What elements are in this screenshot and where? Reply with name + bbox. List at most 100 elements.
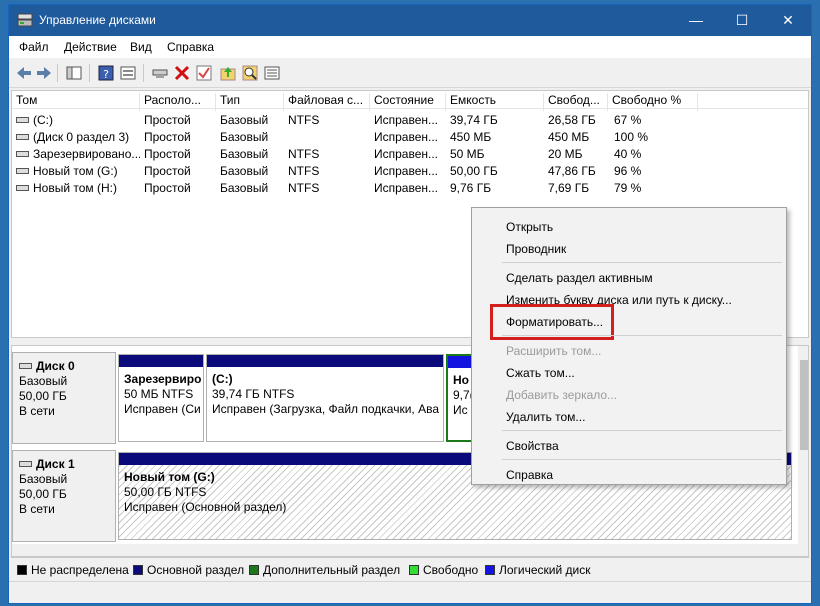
column-header-volume[interactable]: Том xyxy=(12,93,140,111)
volume-icon xyxy=(16,133,29,140)
table-row[interactable]: Зарезервировано... Простой Базовый NTFS … xyxy=(12,146,808,163)
legend-swatch xyxy=(133,565,143,575)
partition-type-bar xyxy=(119,355,203,367)
cell-status: Исправен... xyxy=(374,164,439,178)
volume-icon xyxy=(16,150,29,157)
cell-free-space: 26,58 ГБ xyxy=(548,113,596,127)
legend-item: Логический диск xyxy=(485,563,591,577)
column-header-layout[interactable]: Располо... xyxy=(140,93,216,111)
column-header-free-space[interactable]: Свобод... xyxy=(544,93,608,111)
close-button[interactable]: ✕ xyxy=(765,5,811,36)
help-icon[interactable]: ? xyxy=(97,64,115,82)
table-row[interactable]: Новый том (G:) Простой Базовый NTFS Испр… xyxy=(12,163,808,180)
disk-0-label[interactable]: Диск 0 Базовый 50,00 ГБ В сети xyxy=(12,352,116,444)
menu-help[interactable]: Справка xyxy=(167,40,214,54)
menu-item-mark-active[interactable]: Сделать раздел активным xyxy=(506,271,653,285)
minimize-button[interactable]: — xyxy=(673,5,719,36)
forward-icon[interactable] xyxy=(35,64,53,82)
cell-volume: Зарезервировано... xyxy=(16,147,140,161)
check-icon[interactable] xyxy=(195,64,213,82)
legend-swatch xyxy=(17,565,27,575)
cell-volume: Новый том (G:) xyxy=(16,164,140,178)
menu-item-properties[interactable]: Свойства xyxy=(506,439,559,453)
partition-size: 50 МБ NTFS xyxy=(124,387,194,401)
disk-1-label[interactable]: Диск 1 Базовый 50,00 ГБ В сети xyxy=(12,450,116,542)
column-header-filesystem[interactable]: Файловая с... xyxy=(284,93,370,111)
folder-up-icon[interactable] xyxy=(219,64,237,82)
column-header-type[interactable]: Тип xyxy=(216,93,284,111)
partition-name: Зарезервиро xyxy=(124,372,202,386)
cell-percent-free: 67 % xyxy=(614,113,642,127)
title-bar: Управление дисками — ☐ ✕ xyxy=(9,5,811,36)
legend-item: Дополнительный раздел xyxy=(249,563,400,577)
volume-icon xyxy=(16,184,29,191)
console-tree-icon[interactable] xyxy=(65,64,83,82)
vertical-scrollbar[interactable] xyxy=(798,346,808,556)
toolbar: ? xyxy=(9,58,811,88)
menu-item-explorer[interactable]: Проводник xyxy=(506,242,566,256)
menu-bar: Файл Действие Вид Справка xyxy=(9,36,811,58)
disk-size: 50,00 ГБ xyxy=(19,389,67,403)
menu-item-extend-volume: Расширить том... xyxy=(506,344,602,358)
menu-action[interactable]: Действие xyxy=(64,40,117,54)
table-row[interactable]: Новый том (H:) Простой Базовый NTFS Испр… xyxy=(12,180,808,197)
toolbar-separator xyxy=(57,64,58,82)
menu-item-delete-volume[interactable]: Удалить том... xyxy=(506,410,585,424)
column-header-status[interactable]: Состояние xyxy=(370,93,446,111)
cell-type: Базовый xyxy=(220,113,269,127)
legend-swatch xyxy=(409,565,419,575)
partition-c[interactable]: (C:) 39,74 ГБ NTFS Исправен (Загрузка, Ф… xyxy=(206,354,444,442)
maximize-button[interactable]: ☐ xyxy=(719,5,765,36)
cell-percent-free: 79 % xyxy=(614,181,642,195)
cell-type: Базовый xyxy=(220,164,269,178)
partition-size: 39,74 ГБ NTFS xyxy=(212,387,295,401)
cell-filesystem: NTFS xyxy=(288,181,320,195)
cell-volume: (C:) xyxy=(16,113,140,127)
search-icon[interactable] xyxy=(241,64,259,82)
column-header-capacity[interactable]: Емкость xyxy=(446,93,544,111)
connect-icon[interactable] xyxy=(151,64,169,82)
back-icon[interactable] xyxy=(15,64,33,82)
disk-status: В сети xyxy=(19,404,55,418)
disk-management-app-icon xyxy=(17,13,33,27)
partition-reserved[interactable]: Зарезервиро 50 МБ NTFS Исправен (Си xyxy=(118,354,204,442)
svg-text:?: ? xyxy=(103,68,109,81)
scrollbar-thumb[interactable] xyxy=(800,360,808,450)
legend-swatch xyxy=(485,565,495,575)
cell-percent-free: 96 % xyxy=(614,164,642,178)
list-icon[interactable] xyxy=(263,64,281,82)
cell-capacity: 450 МБ xyxy=(450,130,492,144)
menu-file[interactable]: Файл xyxy=(19,40,49,54)
cell-filesystem: NTFS xyxy=(288,164,320,178)
partition-name: (C:) xyxy=(212,372,233,386)
legend-item: Основной раздел xyxy=(133,563,244,577)
legend-bar: Не распределена Основной раздел Дополнит… xyxy=(11,557,809,579)
legend-item: Свободно xyxy=(409,563,478,577)
menu-separator xyxy=(502,335,782,336)
menu-separator xyxy=(502,262,782,263)
disk-management-window: Управление дисками — ☐ ✕ Файл Действие В… xyxy=(8,4,812,604)
disk-status: В сети xyxy=(19,502,55,516)
disk-icon xyxy=(19,362,32,369)
properties-icon[interactable] xyxy=(119,64,137,82)
cell-type: Базовый xyxy=(220,130,269,144)
menu-item-help[interactable]: Справка xyxy=(506,468,553,482)
toolbar-separator xyxy=(143,64,144,82)
delete-icon[interactable] xyxy=(173,64,191,82)
table-row[interactable]: (C:) Простой Базовый NTFS Исправен... 39… xyxy=(12,112,808,129)
partition-status: Исправен (Загрузка, Файл подкачки, Ава xyxy=(212,402,439,416)
toolbar-separator xyxy=(89,64,90,82)
table-row[interactable]: (Диск 0 раздел 3) Простой Базовый Исправ… xyxy=(12,129,808,146)
cell-layout: Простой xyxy=(144,113,191,127)
menu-item-add-mirror: Добавить зеркало... xyxy=(506,388,618,402)
menu-item-open[interactable]: Открыть xyxy=(506,220,553,234)
cell-volume: (Диск 0 раздел 3) xyxy=(16,130,140,144)
horizontal-scrollbar[interactable] xyxy=(12,544,798,556)
menu-item-shrink-volume[interactable]: Сжать том... xyxy=(506,366,575,380)
disk-size: 50,00 ГБ xyxy=(19,487,67,501)
cell-free-space: 450 МБ xyxy=(548,130,590,144)
cell-status: Исправен... xyxy=(374,130,439,144)
menu-view[interactable]: Вид xyxy=(130,40,152,54)
column-header-percent-free[interactable]: Свободно % xyxy=(608,93,698,111)
volume-icon xyxy=(16,116,29,123)
